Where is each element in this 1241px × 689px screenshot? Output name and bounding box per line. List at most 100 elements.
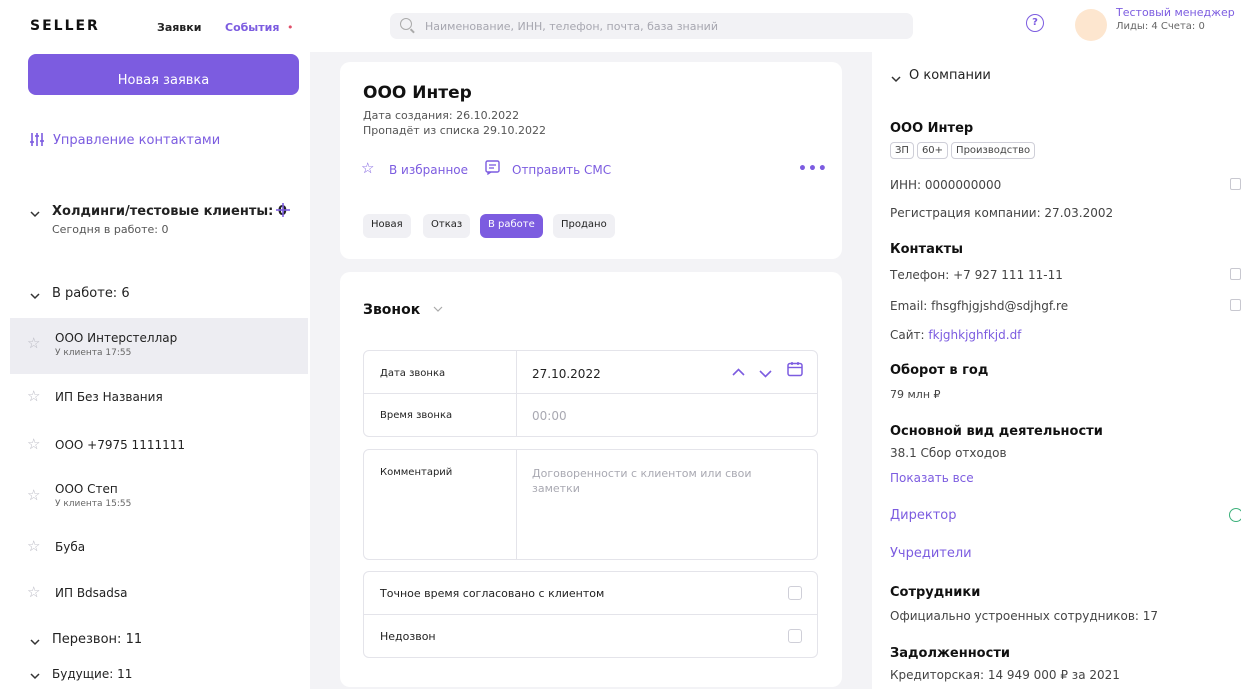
company-tags: ЗП 60+ Производство: [890, 142, 1038, 159]
show-all-link[interactable]: Показать все: [890, 471, 974, 485]
call-date-field[interactable]: 27.10.2022: [532, 367, 601, 381]
check-circle-icon: [1229, 508, 1241, 522]
chevron-down-icon[interactable]: [891, 72, 901, 86]
created-date: Дата создания: 26.10.2022: [363, 109, 520, 122]
employees-title: Сотрудники: [890, 585, 981, 600]
star-icon[interactable]: ☆: [27, 486, 40, 504]
search-icon: [400, 18, 412, 30]
comment-textarea[interactable]: Договоренности с клиентом или свои замет…: [532, 466, 802, 496]
tag-badge: ЗП: [890, 142, 914, 159]
list-item[interactable]: ☆ ИП Bdsadsa: [10, 570, 308, 626]
debts-value: Кредиторская: 14 949 000 ₽ за 2021: [890, 668, 1120, 682]
sliders-icon: [30, 132, 44, 151]
chevron-down-icon[interactable]: [30, 290, 40, 303]
future-group-title[interactable]: Будущие: 11: [52, 667, 132, 681]
comment-form: Комментарий Договоренности с клиентом ил…: [363, 449, 818, 560]
founders-link[interactable]: Учредители: [890, 546, 972, 561]
list-item[interactable]: ☆ ООО Степ У клиента 15:55: [10, 470, 308, 526]
employees-value: Официально устроенных сотрудников: 17: [890, 609, 1159, 623]
user-stats: Лиды: 4 Счета: 0: [1116, 21, 1205, 32]
request-card: ООО Интер Дата создания: 26.10.2022 Проп…: [340, 62, 842, 259]
call-time-label: Время звонка: [380, 410, 453, 421]
company-title: ООО Интер: [363, 83, 472, 103]
turnover-title: Оборот в год: [890, 363, 989, 378]
add-holding-icon[interactable]: [276, 203, 290, 220]
new-request-button[interactable]: Новая заявка: [28, 54, 299, 95]
more-icon[interactable]: •••: [798, 161, 828, 177]
chevron-up-icon[interactable]: [732, 365, 745, 380]
holdings-today: Сегодня в работе: 0: [52, 223, 169, 236]
status-refused[interactable]: Отказ: [423, 214, 471, 238]
help-icon[interactable]: ?: [1026, 14, 1044, 32]
list-item-name: ООО Степ: [55, 482, 118, 496]
no-answer-label: Недозвон: [380, 630, 436, 643]
chevron-down-icon[interactable]: [433, 304, 443, 315]
tag-badge: 60+: [916, 142, 949, 159]
comment-label: Комментарий: [380, 467, 453, 478]
status-new[interactable]: Новая: [363, 214, 411, 238]
chevron-down-icon[interactable]: [30, 208, 40, 221]
star-icon[interactable]: ☆: [27, 387, 40, 405]
status-in-work[interactable]: В работе: [480, 214, 543, 238]
call-time-field[interactable]: 00:00: [532, 409, 567, 423]
debts-title: Задолженности: [890, 646, 1010, 661]
turnover-value: 79 млн ₽: [890, 388, 941, 401]
list-item-name: ИП Bdsadsa: [55, 586, 128, 600]
manage-contacts-link[interactable]: Управление контактами: [53, 133, 220, 148]
copy-icon[interactable]: [1230, 299, 1241, 311]
status-sold[interactable]: Продано: [553, 214, 615, 238]
copy-icon[interactable]: [1230, 268, 1241, 280]
chevron-down-icon[interactable]: [30, 670, 40, 683]
contact-email: Email: fhsgfhjgjshd@sdjhgf.re: [890, 299, 1069, 313]
events-notification-dot: •: [287, 21, 294, 34]
star-icon[interactable]: ☆: [27, 537, 40, 555]
call-date-label: Дата звонка: [380, 368, 446, 379]
avatar[interactable]: [1075, 9, 1107, 41]
list-item-sub: У клиента 15:55: [55, 499, 132, 509]
expire-date: Пропадёт из списка 29.10.2022: [363, 124, 546, 137]
company-inn: ИНН: 0000000000: [890, 178, 1002, 192]
activity-value: 38.1 Сбор отходов: [890, 446, 1007, 460]
nav-requests[interactable]: Заявки: [157, 21, 201, 34]
site-link[interactable]: fkjghkjghfkjd.df: [928, 328, 1021, 342]
list-item[interactable]: ☆ ООО Интерстеллар У клиента 17:55: [10, 318, 308, 374]
star-icon[interactable]: ☆: [27, 435, 40, 453]
exact-time-label: Точное время согласовано с клиентом: [380, 587, 605, 600]
holdings-group-title[interactable]: Холдинги/тестовые клиенты: 0: [52, 204, 287, 219]
top-bar: SELLER Заявки События • ? Тестовый менед…: [0, 0, 1241, 52]
about-company-title[interactable]: О компании: [909, 68, 991, 83]
director-link[interactable]: Директор: [890, 508, 957, 523]
star-icon[interactable]: ☆: [27, 334, 40, 352]
contact-site: Сайт: fkjghkjghfkjd.df: [890, 328, 1021, 342]
callback-group-title[interactable]: Перезвон: 11: [52, 632, 142, 647]
call-datetime-form: Дата звонка 27.10.2022 Время звонка 00:0…: [363, 350, 818, 437]
contact-phone: Телефон: +7 927 111 11-11: [890, 268, 1063, 282]
call-card: Звонок Дата звонка 27.10.2022 Время звон…: [340, 272, 842, 687]
calendar-icon[interactable]: [787, 361, 803, 381]
user-name[interactable]: Тестовый менеджер: [1116, 6, 1235, 19]
star-icon[interactable]: ☆: [27, 583, 40, 601]
global-search[interactable]: [390, 13, 913, 39]
chevron-down-icon[interactable]: [759, 367, 772, 382]
call-section-title[interactable]: Звонок: [363, 302, 420, 318]
copy-icon[interactable]: [1230, 178, 1241, 190]
in-work-group-title[interactable]: В работе: 6: [52, 286, 130, 301]
star-icon[interactable]: ☆: [361, 159, 374, 177]
send-sms-button[interactable]: Отправить СМС: [512, 163, 611, 177]
nav-events[interactable]: События: [225, 21, 279, 34]
list-item-name: ИП Без Названия: [55, 390, 163, 404]
no-answer-checkbox[interactable]: [788, 629, 802, 643]
list-item-name: ООО Интерстеллар: [55, 331, 178, 345]
message-icon[interactable]: [485, 160, 500, 178]
contacts-title: Контакты: [890, 242, 963, 257]
chevron-down-icon[interactable]: [30, 636, 40, 649]
favorite-button[interactable]: В избранное: [389, 163, 468, 177]
list-item-name: ООО +7975 1111111: [55, 438, 186, 452]
divider: [364, 614, 817, 615]
tag-badge: Производство: [951, 142, 1036, 159]
exact-time-checkbox[interactable]: [788, 586, 802, 600]
search-input[interactable]: [425, 17, 895, 35]
activity-title: Основной вид деятельности: [890, 424, 1103, 439]
app-logo[interactable]: SELLER: [30, 18, 100, 34]
company-panel: О компании ООО Интер ЗП 60+ Производство И…: [872, 52, 1241, 689]
